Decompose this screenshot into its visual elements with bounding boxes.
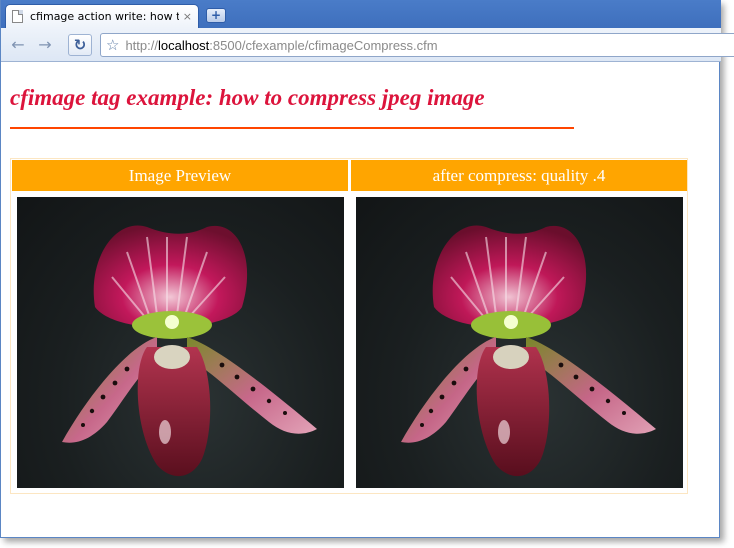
browser-toolbar: ← → ↻ ☆ http://localhost:8500/cfexample/… bbox=[1, 28, 734, 62]
back-arrow-icon[interactable]: ← bbox=[7, 34, 29, 56]
image-table: Image Preview after compress: quality .4 bbox=[10, 158, 688, 494]
original-image bbox=[17, 197, 344, 488]
url-prefix: http:// bbox=[125, 37, 158, 53]
tab-title: cfimage action write: how t... bbox=[30, 10, 179, 23]
new-tab-icon[interactable]: + bbox=[206, 8, 226, 23]
header-after-compress: after compress: quality .4 bbox=[351, 160, 687, 191]
star-icon[interactable]: ☆ bbox=[106, 36, 119, 54]
page-icon bbox=[12, 10, 23, 23]
header-image-preview: Image Preview bbox=[12, 160, 348, 191]
forward-arrow-icon[interactable]: → bbox=[34, 34, 56, 56]
close-icon[interactable]: × bbox=[183, 10, 192, 23]
reload-icon[interactable]: ↻ bbox=[68, 34, 92, 56]
horizontal-rule bbox=[10, 127, 574, 129]
page-title: cfimage tag example: how to compress jpe… bbox=[10, 85, 485, 110]
table-cell-compressed bbox=[351, 194, 687, 492]
browser-tab[interactable]: cfimage action write: how t... × bbox=[5, 4, 199, 28]
table-cell-original bbox=[12, 194, 348, 492]
url-path: :8500/cfexample/cfimageCompress.cfm bbox=[209, 37, 438, 53]
compressed-image bbox=[356, 197, 683, 488]
browser-window: cfimage action write: how t... × + ← → ↻… bbox=[0, 0, 734, 538]
page-content: cfimage tag example: how to compress jpe… bbox=[1, 63, 719, 537]
url-host: localhost bbox=[157, 37, 210, 53]
tab-strip: cfimage action write: how t... × + bbox=[1, 0, 721, 28]
url-text: http://localhost:8500/cfexample/cfimageC… bbox=[125, 38, 437, 53]
address-bar[interactable]: ☆ http://localhost:8500/cfexample/cfimag… bbox=[100, 33, 734, 57]
